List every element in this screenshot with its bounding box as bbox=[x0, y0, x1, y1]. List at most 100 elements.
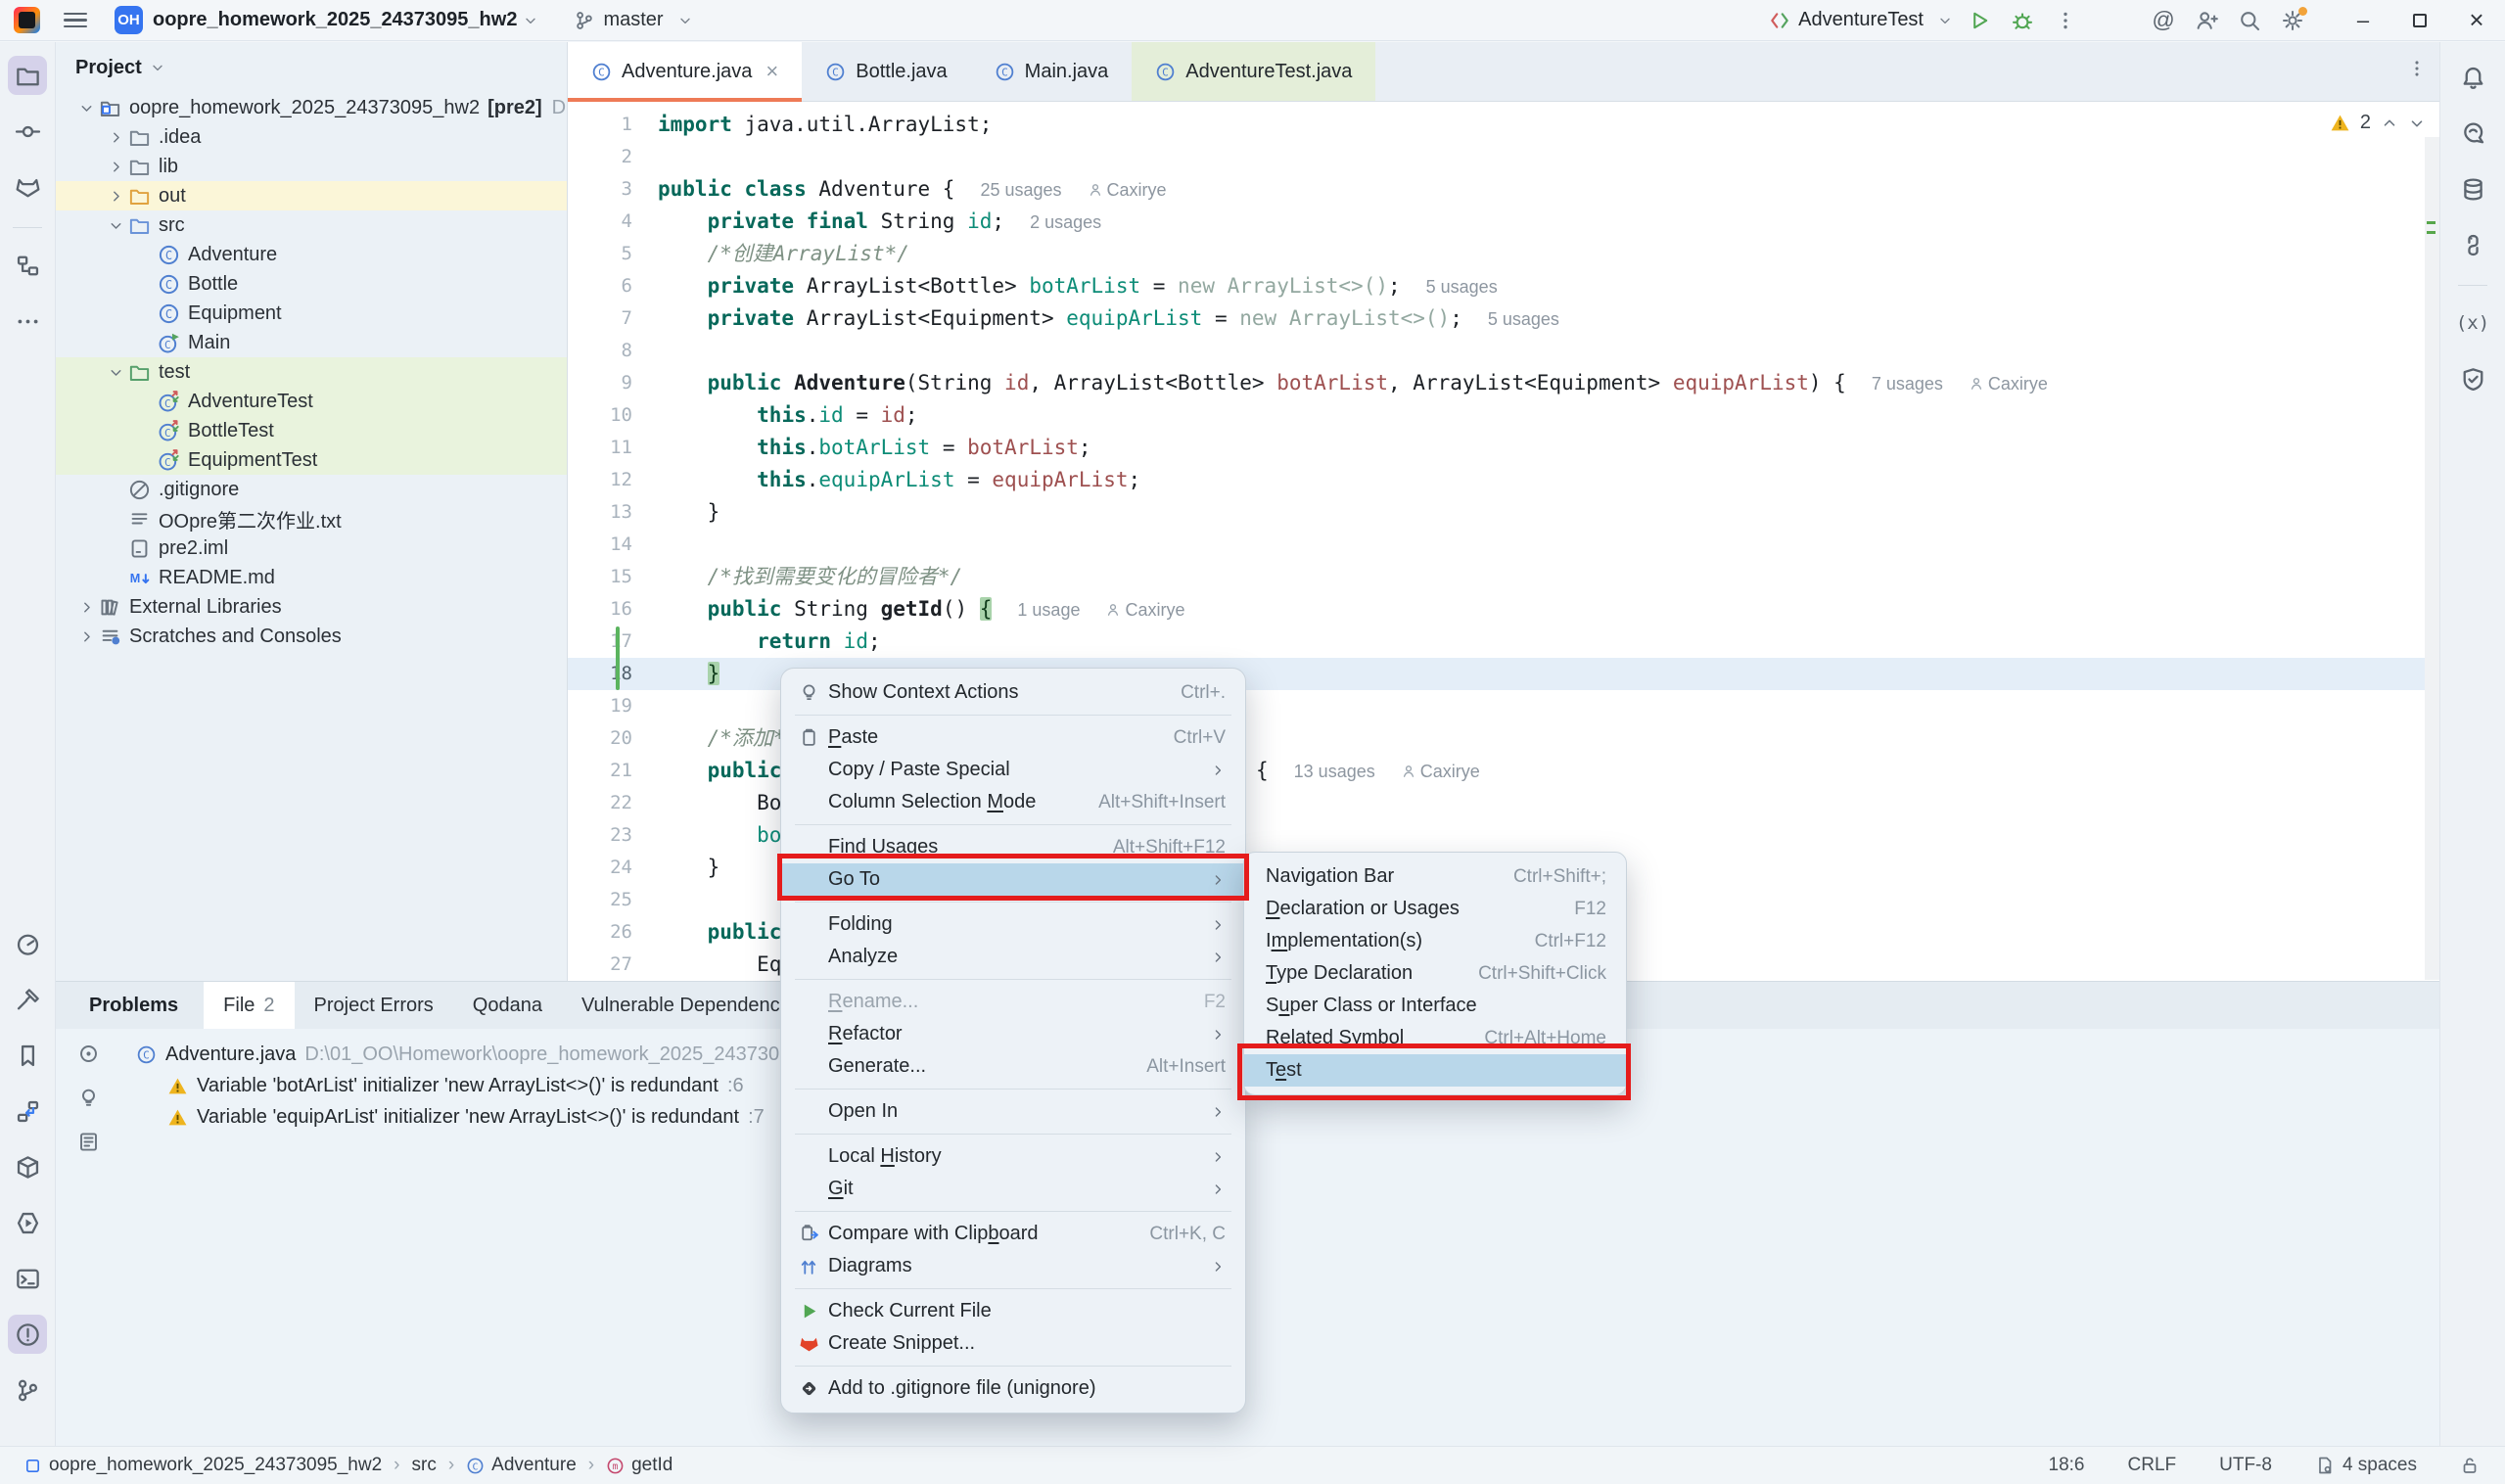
menu-item-rename[interactable]: Rename...F2 bbox=[781, 986, 1245, 1018]
code-line-15[interactable]: 15 /*找到需要变化的冒险者*/ bbox=[568, 561, 2439, 593]
tree-item-bottle[interactable]: CBottle bbox=[56, 269, 567, 299]
tree-item-oopre-txt[interactable]: OOpre第二次作业.txt bbox=[56, 504, 567, 533]
chevron-right-icon[interactable] bbox=[73, 626, 99, 646]
tree-item-equipmenttest[interactable]: CEquipmentTest bbox=[56, 445, 567, 475]
list-icon[interactable] bbox=[77, 1131, 100, 1153]
problems-tab-qodana[interactable]: Qodana bbox=[453, 982, 562, 1029]
filter-target-icon[interactable] bbox=[77, 1043, 100, 1065]
code-line-16[interactable]: 16 public String getId() {1 usageCaxirye bbox=[568, 593, 2439, 626]
code-line-2[interactable]: 2 bbox=[568, 141, 2439, 173]
bookmarks-tool-button[interactable] bbox=[8, 1036, 47, 1075]
qodana-shield-tool-button[interactable] bbox=[2453, 359, 2492, 398]
tree-item-bottletest[interactable]: CBottleTest bbox=[56, 416, 567, 445]
more-run-actions-button[interactable] bbox=[2049, 4, 2082, 37]
terminal-tool-button[interactable] bbox=[8, 1259, 47, 1298]
run-configuration[interactable]: AdventureTest bbox=[1769, 9, 1953, 31]
menu-item-go-to[interactable]: Go To bbox=[781, 863, 1245, 896]
menu-item-type-declaration[interactable]: Type DeclarationCtrl+Shift+Click bbox=[1244, 957, 1626, 990]
menu-item-git[interactable]: Git bbox=[781, 1173, 1245, 1205]
menu-item-refactor[interactable]: Refactor bbox=[781, 1018, 1245, 1050]
close-tab-icon[interactable]: × bbox=[765, 59, 778, 84]
database-tool-button[interactable] bbox=[2453, 169, 2492, 209]
add-user-button[interactable] bbox=[2190, 4, 2223, 37]
menu-item-folding[interactable]: Folding bbox=[781, 908, 1245, 941]
editor-scrollbar[interactable] bbox=[2425, 137, 2439, 980]
tree-item-adventuretest[interactable]: CAdventureTest bbox=[56, 387, 567, 416]
editor-tab-adventuretest-java[interactable]: CAdventureTest.java bbox=[1132, 42, 1375, 101]
menu-item-diagrams[interactable]: Diagrams bbox=[781, 1250, 1245, 1282]
code-line-14[interactable]: 14 bbox=[568, 529, 2439, 561]
code-line-13[interactable]: 13 } bbox=[568, 496, 2439, 529]
editor-tab-bottle-java[interactable]: CBottle.java bbox=[802, 42, 970, 101]
breadcrumb-oopre-homework-2025-24373095-hw2[interactable]: oopre_homework_2025_24373095_hw2 bbox=[23, 1455, 382, 1476]
tree-item-oopre-homework-2025-24373095-hw2[interactable]: oopre_homework_2025_24373095_hw2[pre2]D:… bbox=[56, 93, 567, 122]
run-button[interactable] bbox=[1963, 4, 1996, 37]
chevron-down-icon[interactable] bbox=[73, 98, 99, 117]
problems-tab-project-errors[interactable]: Project Errors bbox=[295, 982, 453, 1029]
problems-tab-file[interactable]: File2 bbox=[204, 982, 294, 1029]
project-name[interactable]: oopre_homework_2025_24373095_hw2 bbox=[153, 9, 517, 31]
code-line-3[interactable]: 3public class Adventure {25 usagesCaxiry… bbox=[568, 173, 2439, 206]
minimize-button[interactable]: – bbox=[2335, 0, 2391, 41]
menu-item-implementation-s[interactable]: Implementation(s)Ctrl+F12 bbox=[1244, 925, 1626, 957]
code-line-5[interactable]: 5 /*创建ArrayList*/ bbox=[568, 238, 2439, 270]
code-line-10[interactable]: 10 this.id = id; bbox=[568, 399, 2439, 432]
usage-hint[interactable]: 13 usages bbox=[1294, 762, 1375, 781]
menu-item-add-to-gitignore-file-unignore[interactable]: Add to .gitignore file (unignore) bbox=[781, 1372, 1245, 1405]
code-line-12[interactable]: 12 this.equipArList = equipArList; bbox=[568, 464, 2439, 496]
usage-hint[interactable]: 1 usage bbox=[1017, 600, 1080, 620]
menu-item-open-in[interactable]: Open In bbox=[781, 1095, 1245, 1128]
chevron-right-icon[interactable] bbox=[73, 597, 99, 617]
main-menu-button[interactable] bbox=[64, 13, 87, 28]
file-encoding[interactable]: UTF-8 bbox=[2219, 1455, 2272, 1476]
line-separator[interactable]: CRLF bbox=[2128, 1455, 2177, 1476]
tree-item-out[interactable]: out bbox=[56, 181, 567, 210]
chevron-up-icon[interactable] bbox=[2381, 115, 2398, 132]
bulb-icon[interactable] bbox=[77, 1087, 100, 1109]
menu-item-generate[interactable]: Generate...Alt+Insert bbox=[781, 1050, 1245, 1083]
breadcrumb-adventure[interactable]: CAdventure bbox=[466, 1455, 577, 1476]
chevron-right-icon[interactable] bbox=[103, 186, 128, 206]
breadcrumb-src[interactable]: src bbox=[412, 1455, 437, 1476]
menu-item-analyze[interactable]: Analyze bbox=[781, 941, 1245, 973]
code-line-11[interactable]: 11 this.botArList = botArList; bbox=[568, 432, 2439, 464]
tree-item-test[interactable]: test bbox=[56, 357, 567, 387]
project-tool-button[interactable] bbox=[8, 56, 47, 95]
python-console-tool-button[interactable] bbox=[2453, 225, 2492, 264]
usage-hint[interactable]: 5 usages bbox=[1426, 277, 1498, 297]
menu-item-find-usages[interactable]: Find UsagesAlt+Shift+F12 bbox=[781, 831, 1245, 863]
menu-item-column-selection-mode[interactable]: Column Selection ModeAlt+Shift+Insert bbox=[781, 786, 1245, 818]
debug-button[interactable] bbox=[2006, 4, 2039, 37]
tree-item-lib[interactable]: lib bbox=[56, 152, 567, 181]
tree-item-src[interactable]: src bbox=[56, 210, 567, 240]
more-tool-button[interactable] bbox=[8, 301, 47, 341]
author-hint[interactable]: Caxirye bbox=[1401, 762, 1480, 781]
menu-item-create-snippet[interactable]: Create Snippet... bbox=[781, 1327, 1245, 1360]
editor-tab-adventure-java[interactable]: CAdventure.java× bbox=[568, 42, 802, 101]
breadcrumb-getid[interactable]: mgetId bbox=[606, 1455, 673, 1476]
menu-item-paste[interactable]: PasteCtrl+V bbox=[781, 721, 1245, 754]
tree-item-scratches-and-consoles[interactable]: Scratches and Consoles bbox=[56, 622, 567, 651]
code-line-9[interactable]: 9 public Adventure(String id, ArrayList<… bbox=[568, 367, 2439, 399]
menu-item-compare-with-clipboard[interactable]: Compare with ClipboardCtrl+K, C bbox=[781, 1218, 1245, 1250]
menu-item-test[interactable]: Test bbox=[1244, 1054, 1626, 1087]
close-button[interactable]: × bbox=[2448, 0, 2505, 41]
chevron-right-icon[interactable] bbox=[103, 127, 128, 147]
code-line-17[interactable]: 17 return id; bbox=[568, 626, 2439, 658]
chevron-down-icon[interactable] bbox=[150, 60, 165, 75]
tree-item-main[interactable]: CMain bbox=[56, 328, 567, 357]
code-line-8[interactable]: 8 bbox=[568, 335, 2439, 367]
inspections-widget[interactable]: 2 bbox=[2330, 112, 2426, 134]
ai-assistant-at-button[interactable]: @ bbox=[2147, 4, 2180, 37]
author-hint[interactable]: Caxirye bbox=[1969, 374, 2048, 394]
menu-item-navigation-bar[interactable]: Navigation BarCtrl+Shift+; bbox=[1244, 860, 1626, 893]
project-panel-title[interactable]: Project bbox=[75, 57, 142, 79]
problems-tool-button[interactable] bbox=[8, 1315, 47, 1354]
notifications-tool-button[interactable] bbox=[2453, 58, 2492, 97]
menu-item-check-current-file[interactable]: Check Current File bbox=[781, 1295, 1245, 1327]
variables-tool-button[interactable]: (x) bbox=[2453, 303, 2492, 343]
git-branch-tool-button[interactable] bbox=[8, 1370, 47, 1410]
tree-item-readme-md[interactable]: MREADME.md bbox=[56, 563, 567, 592]
chevron-down-icon[interactable] bbox=[2408, 115, 2426, 132]
code-line-1[interactable]: 1import java.util.ArrayList; bbox=[568, 109, 2439, 141]
